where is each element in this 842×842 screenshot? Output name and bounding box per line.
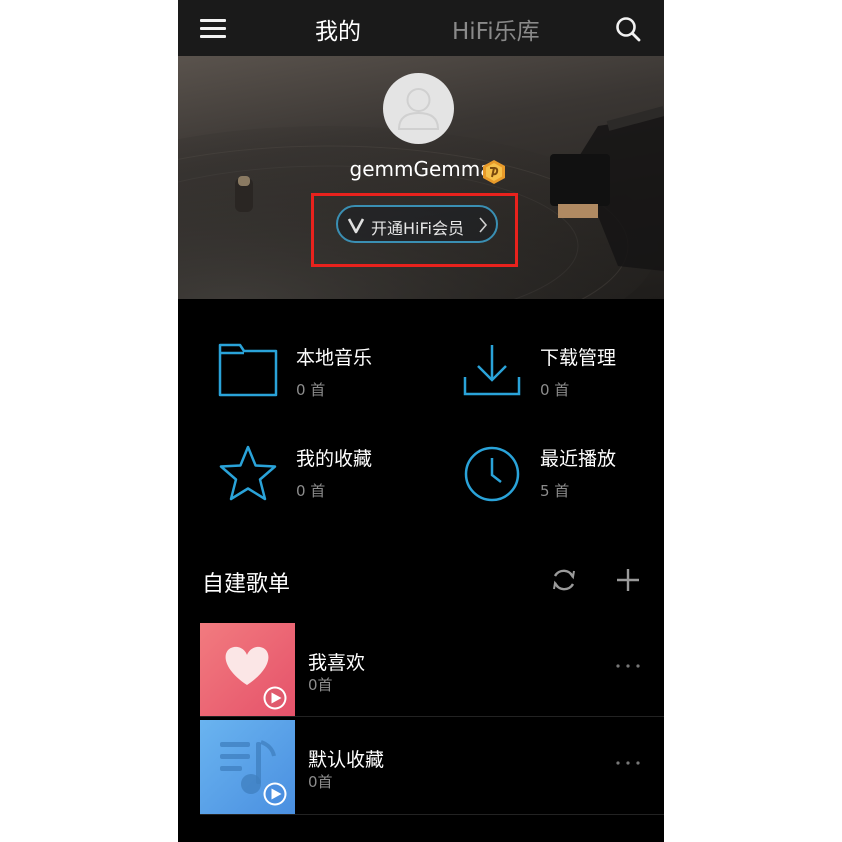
entry-count: 5 首 <box>540 482 570 500</box>
star-icon <box>219 445 277 501</box>
playlist-row-favorites[interactable]: 我喜欢 0首 <box>200 623 664 717</box>
search-icon[interactable] <box>615 16 641 42</box>
entry-title: 最近播放 <box>540 448 617 470</box>
entry-title: 我的收藏 <box>296 448 373 470</box>
phone-screen: 我的 HiFi乐库 gemmGemma 开通HiFi会员 本地音乐 0 首 下载… <box>178 0 664 842</box>
avatar[interactable] <box>383 73 454 144</box>
playlist-row-default-collection[interactable]: 默认收藏 0首 <box>200 720 664 814</box>
divider <box>200 716 664 717</box>
playlist-cover-music-note <box>200 720 295 814</box>
vip-level-badge-icon[interactable] <box>481 159 507 185</box>
download-icon <box>463 345 521 396</box>
entry-title: 本地音乐 <box>296 347 373 369</box>
music-note-icon <box>220 740 287 806</box>
clock-icon <box>464 446 520 502</box>
entry-count: 0 首 <box>540 381 570 399</box>
entry-recently-played[interactable]: 最近播放 5 首 <box>462 444 662 514</box>
playlist-count: 0首 <box>308 773 333 791</box>
folder-icon <box>218 343 278 397</box>
entry-local-music[interactable]: 本地音乐 0 首 <box>218 343 418 413</box>
entry-title: 下载管理 <box>540 347 617 369</box>
plus-icon[interactable] <box>615 567 641 593</box>
entry-download-manager[interactable]: 下载管理 0 首 <box>462 343 662 413</box>
more-options-icon[interactable] <box>615 661 641 671</box>
more-options-icon[interactable] <box>615 758 641 768</box>
playlist-title: 我喜欢 <box>308 652 366 674</box>
entry-count: 0 首 <box>296 381 326 399</box>
divider <box>200 814 664 815</box>
tab-hifi-library[interactable]: HiFi乐库 <box>452 12 540 46</box>
default-user-icon <box>397 88 440 130</box>
refresh-icon[interactable] <box>550 566 578 594</box>
username: gemmGemma <box>349 157 493 181</box>
highlight-box <box>311 193 518 267</box>
section-title-playlists: 自建歌单 <box>202 572 291 597</box>
playlist-title: 默认收藏 <box>308 749 385 771</box>
heart-icon <box>225 646 287 710</box>
entry-count: 0 首 <box>296 482 326 500</box>
menu-icon[interactable] <box>200 17 226 39</box>
profile-header: gemmGemma 开通HiFi会员 <box>178 56 664 299</box>
playlist-count: 0首 <box>308 676 333 694</box>
playlist-cover-heart <box>200 623 295 717</box>
top-navigation-bar: 我的 HiFi乐库 <box>178 0 664 56</box>
tab-mine[interactable]: 我的 <box>315 12 361 46</box>
entry-my-favorites[interactable]: 我的收藏 0 首 <box>218 444 418 514</box>
